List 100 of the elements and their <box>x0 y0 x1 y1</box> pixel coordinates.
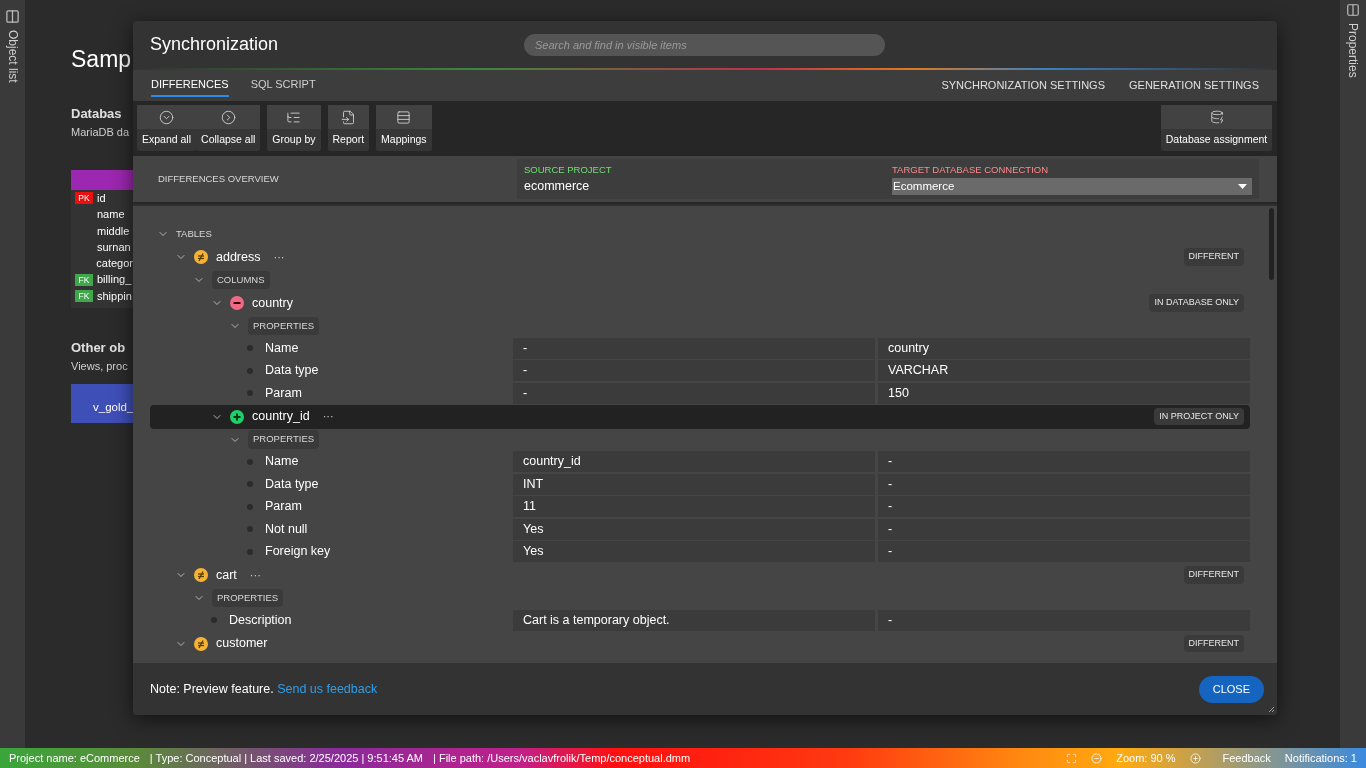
property-name: Param <box>265 498 302 516</box>
table-cell: - <box>878 518 1250 540</box>
object-name: cart <box>216 566 237 584</box>
search-field[interactable]: Search and find in visible items <box>524 33 885 56</box>
table-cell: Cart is a temporary object. <box>513 609 875 631</box>
bullet-icon <box>247 345 253 352</box>
settings-button[interactable]: GENERATION SETTINGS <box>1129 77 1259 94</box>
table-cell: - <box>878 496 1250 518</box>
object-name: address <box>216 248 261 266</box>
section-heading: Databas <box>71 105 123 123</box>
target-label: TARGET DATABASE CONNECTION <box>892 163 1050 178</box>
table-cell: - <box>878 541 1250 563</box>
panel-icon[interactable] <box>5 9 20 24</box>
source-value: ecommerce <box>524 177 591 195</box>
view-name: v_gold_ <box>93 399 133 415</box>
panel-label[interactable]: Properties <box>1344 23 1362 78</box>
connection-select[interactable]: Ecommerce <box>892 177 1252 195</box>
chevron-right-circle-icon <box>220 109 236 125</box>
key-badge: PK <box>75 192 93 205</box>
key-badge: FK <box>75 273 93 286</box>
toolbar-button[interactable]: Database assignment <box>1161 105 1272 151</box>
table-cell: country <box>878 337 1250 359</box>
table-cell: 11 <box>513 496 875 518</box>
close-button[interactable]: CLOSE <box>1198 675 1264 703</box>
status-label: IN PROJECT ONLY <box>1154 407 1244 426</box>
tab[interactable]: DIFFERENCES <box>151 74 229 97</box>
feedback-link[interactable]: Send us feedback <box>277 681 378 696</box>
table-cell: 150 <box>878 382 1250 404</box>
column-name: billing_ <box>97 272 132 288</box>
zoom-out-icon[interactable] <box>1091 752 1103 764</box>
section-label: TABLES <box>176 226 212 241</box>
dialog-title: Synchronization <box>150 33 280 56</box>
tree-row[interactable]: country IN DATABASE ONLY <box>150 291 1250 315</box>
panel-icon[interactable] <box>1346 3 1360 17</box>
property-name: Data type <box>265 475 319 493</box>
more-button[interactable]: ··· <box>322 408 334 425</box>
toolbar-button[interactable]: Report <box>327 105 370 151</box>
toolbar-button[interactable]: Group by <box>267 105 321 151</box>
column-name: surnan <box>97 239 131 255</box>
tree-row[interactable]: customer DIFFERENT <box>150 631 1250 656</box>
status-text: Project name: eCommerce <box>9 750 140 766</box>
tree-row[interactable]: cart ··· DIFFERENT <box>150 563 1250 587</box>
bullet-icon <box>247 548 253 555</box>
status-label: DIFFERENT <box>1183 566 1244 584</box>
table-cell: - <box>513 382 875 404</box>
table-cell: Yes <box>513 541 875 563</box>
tree-list-icon <box>286 109 302 125</box>
table-cell: INT <box>513 473 875 495</box>
toolbar-button[interactable]: Expand all <box>137 105 197 151</box>
notifications-button[interactable]: Notifications: 1 <box>1284 749 1357 767</box>
bullet-icon <box>247 458 253 465</box>
note-text: Note: Preview feature. Send us feedback <box>150 680 378 698</box>
status-text: | File path: /Users/vaclavfrolik/Temp/conceptual.dmm <box>433 750 691 766</box>
column-name: shippin <box>97 288 132 304</box>
zoom-in-icon[interactable] <box>1189 752 1201 764</box>
bullet-icon <box>247 526 253 533</box>
scrollbar-thumb[interactable] <box>1269 208 1274 280</box>
property-name: Name <box>265 339 299 357</box>
property-name: Param <box>265 384 302 402</box>
status-label: DIFFERENT <box>1183 634 1244 653</box>
property-name: Foreign key <box>265 543 331 561</box>
property-name: Description <box>229 611 292 629</box>
chevron-down-circle-icon <box>159 109 174 125</box>
property-name: Not null <box>265 520 308 538</box>
tree-row[interactable]: country_id ··· IN PROJECT ONLY <box>150 404 1250 429</box>
zoom-level: Zoom: 90 % <box>1116 750 1176 766</box>
more-button[interactable]: ··· <box>249 566 261 584</box>
table-cell: - <box>513 337 875 359</box>
bullet-icon <box>247 367 253 374</box>
status-text: | Type: Conceptual | Last saved: 2/25/2025 | 9:51:45 AM <box>149 750 423 766</box>
section-text: Views, proc <box>71 358 129 374</box>
table-cell: - <box>878 609 1250 631</box>
bullet-icon <box>247 390 253 397</box>
file-arrow-icon <box>340 109 356 125</box>
bullet-icon <box>247 481 253 488</box>
section-label: COLUMNS <box>212 270 270 290</box>
table-cell: - <box>513 360 875 382</box>
property-name: Data type <box>265 362 319 380</box>
table-cell: - <box>878 473 1250 495</box>
tree-row[interactable]: address ··· DIFFERENT <box>150 245 1250 269</box>
fullscreen-icon[interactable] <box>1066 752 1078 764</box>
panel-label[interactable]: Object list <box>3 30 22 83</box>
table-cell: VARCHAR <box>878 360 1250 382</box>
table-cell: Yes <box>513 518 875 540</box>
section-label: PROPERTIES <box>248 316 320 336</box>
object-name: country <box>252 294 293 312</box>
toolbar-button[interactable]: Collapse all <box>196 105 261 151</box>
tab[interactable]: SQL SCRIPT <box>250 74 316 97</box>
source-label: SOURCE PROJECT <box>524 162 613 177</box>
resize-grip-icon[interactable] <box>1268 706 1275 713</box>
toolbar-button[interactable]: Mappings <box>376 105 432 151</box>
settings-button[interactable]: SYNCHRONIZATION SETTINGS <box>941 77 1105 94</box>
status-label: IN DATABASE ONLY <box>1149 294 1244 312</box>
bullet-icon <box>247 503 253 510</box>
section-label: PROPERTIES <box>212 588 284 608</box>
database-icon <box>1209 110 1224 124</box>
object-name: customer <box>216 635 268 653</box>
column-name: middle <box>97 223 130 239</box>
key-badge: FK <box>75 289 93 302</box>
more-button[interactable]: ··· <box>273 248 285 266</box>
